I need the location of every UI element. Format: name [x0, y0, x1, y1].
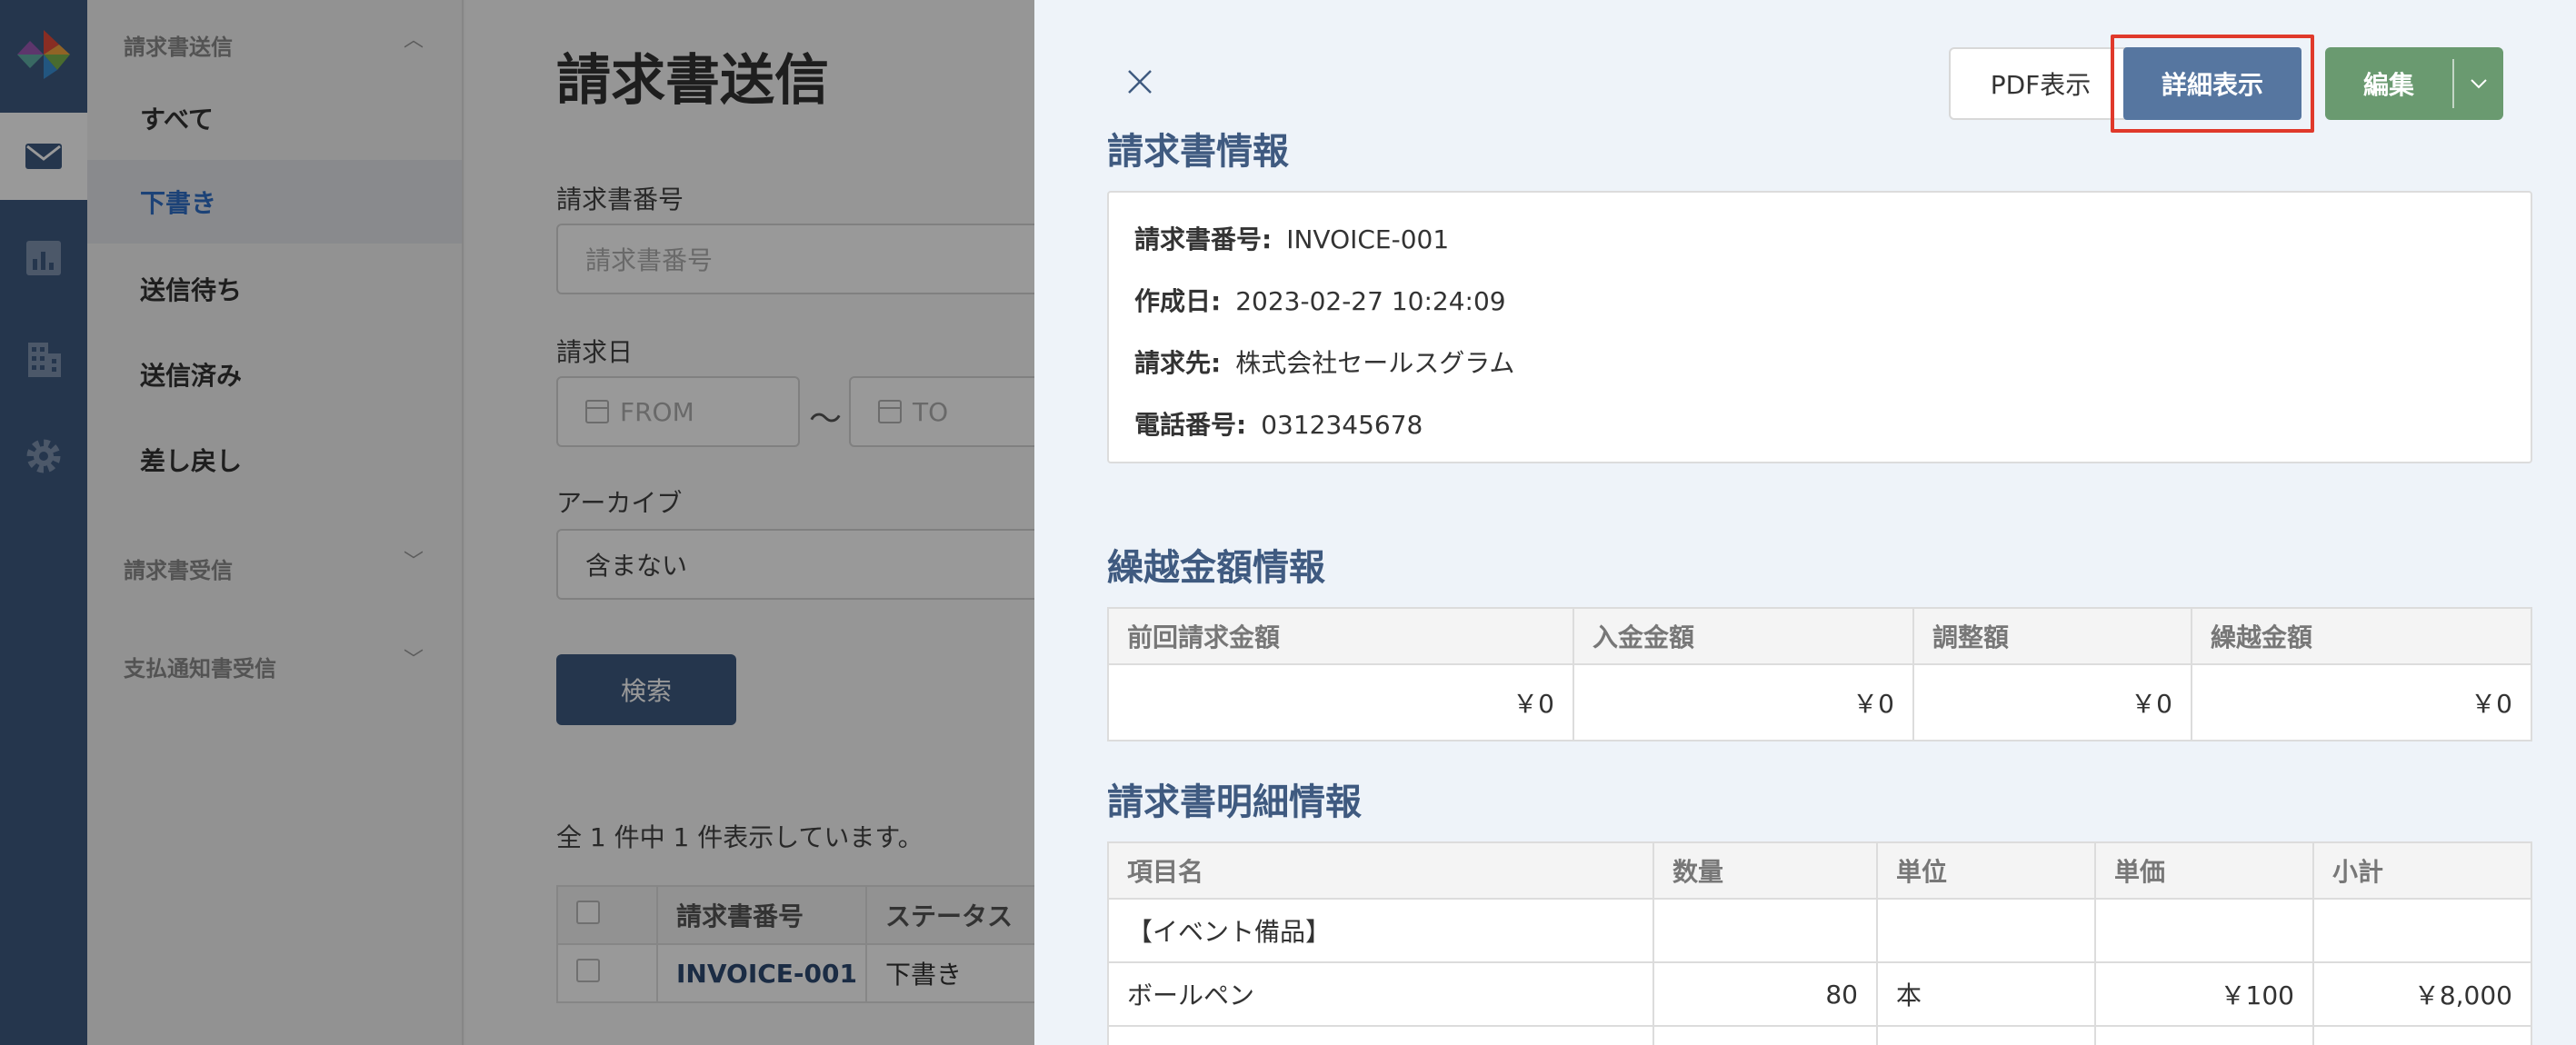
info-row-invoice-number: 請求書番号: INVOICE-001	[1134, 220, 1449, 256]
info-value: 株式会社セールスグラム	[1235, 348, 1515, 378]
line-items-table: 項目名 数量 単位 単価 小計 【イベント備品】 ボールペン 80 本 ￥100…	[1107, 841, 2532, 1045]
column-header: 小計	[2312, 841, 2532, 900]
info-label: 請求書番号:	[1134, 224, 1273, 254]
column-header: 数量	[1652, 841, 1878, 900]
adjustment-amount-cell: ￥0	[1912, 663, 2192, 741]
section-title-line-items: 請求書明細情報	[1107, 781, 1362, 823]
column-header: 前回請求金額	[1107, 607, 1574, 665]
item-name-cell: 【イベント備品】	[1107, 898, 1654, 963]
info-value: INVOICE-001	[1286, 224, 1450, 254]
item-name-cell: ボールペン	[1107, 961, 1654, 1027]
unit-price-cell	[2094, 1025, 2314, 1045]
table-header-row: 前回請求金額 入金金額 調整額 繰越金額	[1107, 607, 2532, 665]
close-icon[interactable]	[1122, 64, 1158, 100]
info-label: 請求先:	[1134, 348, 1222, 378]
table-row: ￥0 ￥0 ￥0 ￥0	[1107, 663, 2532, 741]
invoice-detail-drawer: PDF表示 詳細表示 編集 請求書情報 請求書番号: INVOICE-001 作成…	[1034, 0, 2576, 1045]
quantity-cell	[1652, 1025, 1878, 1045]
quantity-cell: 80	[1652, 961, 1878, 1027]
table-row: 【イベント備品】	[1107, 898, 2532, 963]
chevron-down-icon[interactable]	[2454, 78, 2503, 89]
unit-price-cell	[2094, 898, 2314, 963]
column-header: 項目名	[1107, 841, 1654, 900]
info-value: 0312345678	[1261, 410, 1423, 440]
info-label: 作成日:	[1134, 286, 1222, 316]
section-title-invoice-info: 請求書情報	[1107, 131, 1289, 173]
column-header: 単位	[1876, 841, 2096, 900]
pdf-view-button[interactable]: PDF表示	[1949, 47, 2132, 120]
info-row-phone: 電話番号: 0312345678	[1134, 405, 1423, 442]
subtotal-cell: ￥8,000	[2312, 961, 2532, 1027]
table-row	[1107, 1025, 2532, 1045]
info-row-created-at: 作成日: 2023-02-27 10:24:09	[1134, 282, 1506, 318]
info-row-bill-to: 請求先: 株式会社セールスグラム	[1134, 343, 1514, 380]
subtotal-cell	[2312, 1025, 2532, 1045]
payment-amount-cell: ￥0	[1573, 663, 1914, 741]
column-header: 単価	[2094, 841, 2314, 900]
edit-button-label: 編集	[2362, 70, 2414, 100]
quantity-cell	[1652, 898, 1878, 963]
column-header: 調整額	[1912, 607, 2192, 665]
table-header-row: 項目名 数量 単位 単価 小計	[1107, 841, 2532, 900]
carryover-table: 前回請求金額 入金金額 調整額 繰越金額 ￥0 ￥0 ￥0 ￥0	[1107, 607, 2532, 741]
table-row: ボールペン 80 本 ￥100 ￥8,000	[1107, 961, 2532, 1027]
unit-cell	[1876, 1025, 2096, 1045]
section-title-carryover: 繰越金額情報	[1107, 547, 1325, 589]
unit-cell	[1876, 898, 2096, 963]
carryover-amount-cell: ￥0	[2191, 663, 2532, 741]
column-header: 繰越金額	[2191, 607, 2532, 665]
unit-cell: 本	[1876, 961, 2096, 1027]
info-label: 電話番号:	[1134, 410, 1247, 440]
item-name-cell	[1107, 1025, 1654, 1045]
previous-amount-cell: ￥0	[1107, 663, 1574, 741]
detail-view-button[interactable]: 詳細表示	[2123, 47, 2301, 120]
subtotal-cell	[2312, 898, 2532, 963]
unit-price-cell: ￥100	[2094, 961, 2314, 1027]
invoice-info-box: 請求書番号: INVOICE-001 作成日: 2023-02-27 10:24:0…	[1107, 191, 2532, 463]
edit-button[interactable]: 編集	[2325, 47, 2503, 120]
info-value: 2023-02-27 10:24:09	[1235, 286, 1506, 316]
column-header: 入金金額	[1573, 607, 1914, 665]
